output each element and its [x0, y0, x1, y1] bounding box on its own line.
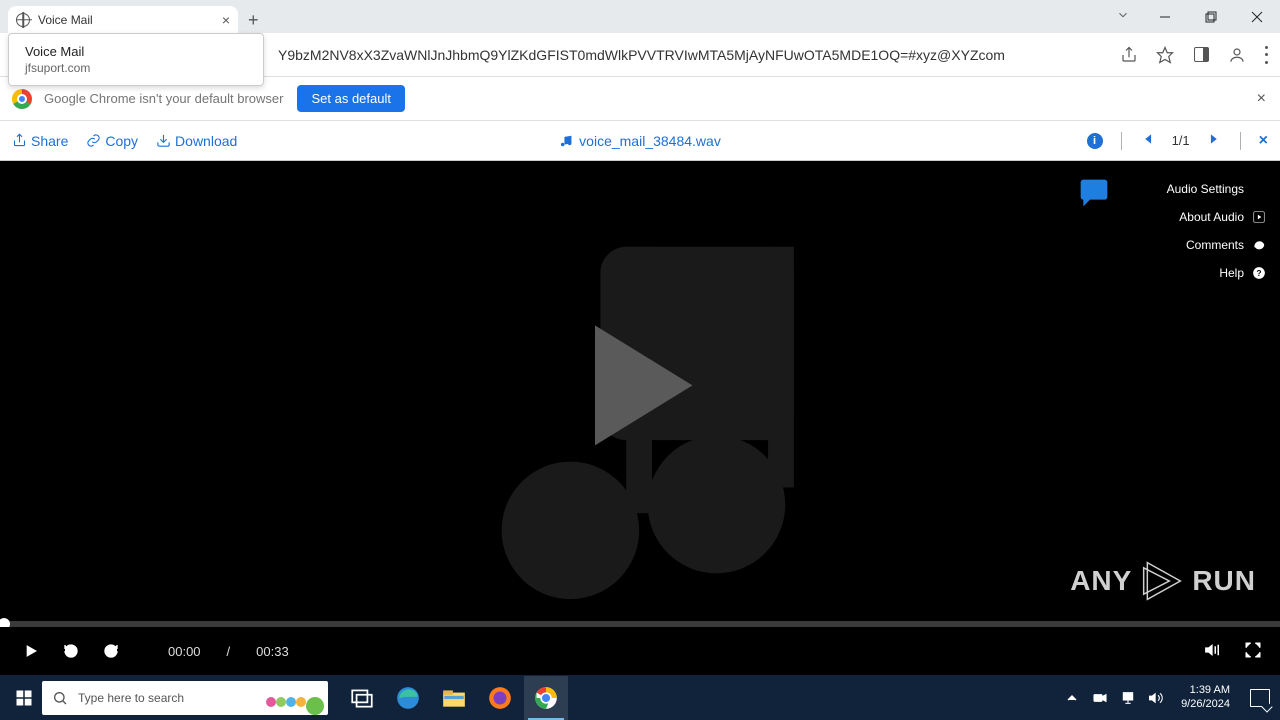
- globe-icon: [16, 13, 30, 27]
- comment-icon: [1252, 238, 1266, 252]
- clock-time: 1:39 AM: [1181, 684, 1230, 697]
- window-controls: [1142, 0, 1280, 33]
- prev-track-button[interactable]: [1140, 132, 1154, 149]
- minimize-button[interactable]: [1142, 0, 1188, 33]
- copy-button[interactable]: Copy: [86, 133, 138, 149]
- tray-chevron-up-icon[interactable]: [1063, 689, 1081, 707]
- chrome-menu-icon[interactable]: [1264, 46, 1268, 64]
- settings-sliders-icon: [1252, 182, 1266, 196]
- page-indicator: 1/1: [1172, 133, 1190, 148]
- new-tab-button[interactable]: +: [248, 10, 259, 31]
- browser-tab[interactable]: Voice Mail ×: [8, 6, 238, 33]
- player-close-icon[interactable]: ×: [1259, 132, 1268, 150]
- help-label: Help: [1219, 266, 1244, 280]
- forward-button[interactable]: [98, 643, 124, 659]
- tab-title: Voice Mail: [38, 13, 222, 27]
- bookmark-star-icon[interactable]: [1156, 46, 1174, 64]
- start-button[interactable]: [6, 680, 42, 716]
- search-icon: [52, 690, 68, 706]
- anyrun-play-icon: [1140, 559, 1184, 603]
- fullscreen-button[interactable]: [1244, 641, 1262, 662]
- chrome-app-icon[interactable]: [524, 676, 568, 720]
- tray-network-icon[interactable]: [1119, 689, 1137, 707]
- svg-text:?: ?: [1257, 269, 1262, 278]
- current-time: 00:00: [168, 644, 201, 659]
- about-audio-item[interactable]: About Audio: [1167, 203, 1266, 231]
- rewind-button[interactable]: [58, 643, 84, 659]
- volume-button[interactable]: [1204, 641, 1222, 662]
- tray-volume-icon[interactable]: [1147, 689, 1165, 707]
- side-panel-icon[interactable]: [1192, 46, 1210, 64]
- toolbar-filename: voice_mail_38484.wav: [559, 133, 721, 149]
- help-item[interactable]: Help ?: [1167, 259, 1266, 287]
- banner-text: Google Chrome isn't your default browser: [44, 91, 283, 106]
- comments-item[interactable]: Comments: [1167, 231, 1266, 259]
- anyrun-watermark: ANY RUN: [1070, 559, 1256, 603]
- share-page-icon[interactable]: [1120, 46, 1138, 64]
- download-label: Download: [175, 133, 237, 149]
- help-icon: ?: [1252, 266, 1266, 280]
- banner-close-icon[interactable]: ×: [1257, 90, 1266, 108]
- tab-close-icon[interactable]: ×: [222, 12, 230, 28]
- audio-settings-label: Audio Settings: [1167, 182, 1244, 196]
- about-audio-label: About Audio: [1179, 210, 1244, 224]
- chrome-logo-icon: [12, 89, 32, 109]
- share-button[interactable]: Share: [12, 133, 68, 149]
- music-note-icon: [559, 134, 573, 148]
- divider: [1240, 132, 1241, 150]
- toolbar-left-group: Share Copy Download: [12, 133, 237, 149]
- player-controls: 00:00 / 00:33: [0, 627, 1280, 675]
- search-placeholder: Type here to search: [78, 691, 184, 705]
- file-explorer-icon[interactable]: [432, 676, 476, 720]
- address-bar-icons: [1120, 46, 1268, 64]
- tab-tooltip-title: Voice Mail: [25, 44, 247, 59]
- time-separator: /: [227, 644, 231, 659]
- player-toolbar: Share Copy Download voice_mail_38484.wav…: [0, 121, 1280, 161]
- chat-bubble-icon[interactable]: [1078, 177, 1110, 214]
- time-display: 00:00 / 00:33: [168, 644, 289, 659]
- clock-date: 9/26/2024: [1181, 698, 1230, 711]
- firefox-icon[interactable]: [478, 676, 522, 720]
- play-button[interactable]: [565, 310, 715, 465]
- taskbar-clock[interactable]: 1:39 AM 9/26/2024: [1181, 684, 1230, 710]
- profile-avatar-icon[interactable]: [1228, 46, 1246, 64]
- copy-label: Copy: [105, 133, 138, 149]
- info-badge-icon[interactable]: i: [1087, 133, 1103, 149]
- download-button[interactable]: Download: [156, 133, 237, 149]
- player-side-menu: Audio Settings About Audio Comments Help…: [1167, 175, 1266, 287]
- close-window-button[interactable]: [1234, 0, 1280, 33]
- share-label: Share: [31, 133, 68, 149]
- maximize-button[interactable]: [1188, 0, 1234, 33]
- watermark-text-a: ANY: [1070, 565, 1132, 597]
- task-view-button[interactable]: [340, 676, 384, 720]
- next-track-button[interactable]: [1208, 132, 1222, 149]
- set-default-button[interactable]: Set as default: [297, 85, 405, 112]
- total-time: 00:33: [256, 644, 289, 659]
- audio-settings-item[interactable]: Audio Settings: [1167, 175, 1266, 203]
- filename-label: voice_mail_38484.wav: [579, 133, 721, 149]
- tab-search-chevron-icon[interactable]: [1116, 8, 1130, 27]
- tab-tooltip-subtitle: jfsuport.com: [25, 61, 247, 75]
- play-control-button[interactable]: [18, 643, 44, 659]
- action-center-icon[interactable]: [1250, 689, 1270, 707]
- search-art-icon: [266, 697, 324, 715]
- watermark-text-b: RUN: [1192, 565, 1256, 597]
- browser-titlebar: Voice Mail × +: [0, 0, 1280, 33]
- edge-app-icon[interactable]: [386, 676, 430, 720]
- system-tray: 1:39 AM 9/26/2024: [1063, 684, 1274, 710]
- toolbar-right-group: i 1/1 ×: [1087, 132, 1268, 150]
- url-field[interactable]: Y9bzM2NV8xX3ZvaWNlJnJhbmQ9YlZKdGFIST0mdW…: [278, 40, 1110, 70]
- player-body: Audio Settings About Audio Comments Help…: [0, 161, 1280, 621]
- tray-meet-now-icon[interactable]: [1091, 689, 1109, 707]
- play-square-icon: [1252, 210, 1266, 224]
- taskbar-apps: [340, 676, 568, 720]
- tab-tooltip: Voice Mail jfsuport.com: [8, 33, 264, 86]
- comments-label: Comments: [1186, 238, 1244, 252]
- taskbar-search[interactable]: Type here to search: [42, 681, 328, 715]
- windows-taskbar: Type here to search 1:39 AM 9/26/2024: [0, 675, 1280, 720]
- divider: [1121, 132, 1122, 150]
